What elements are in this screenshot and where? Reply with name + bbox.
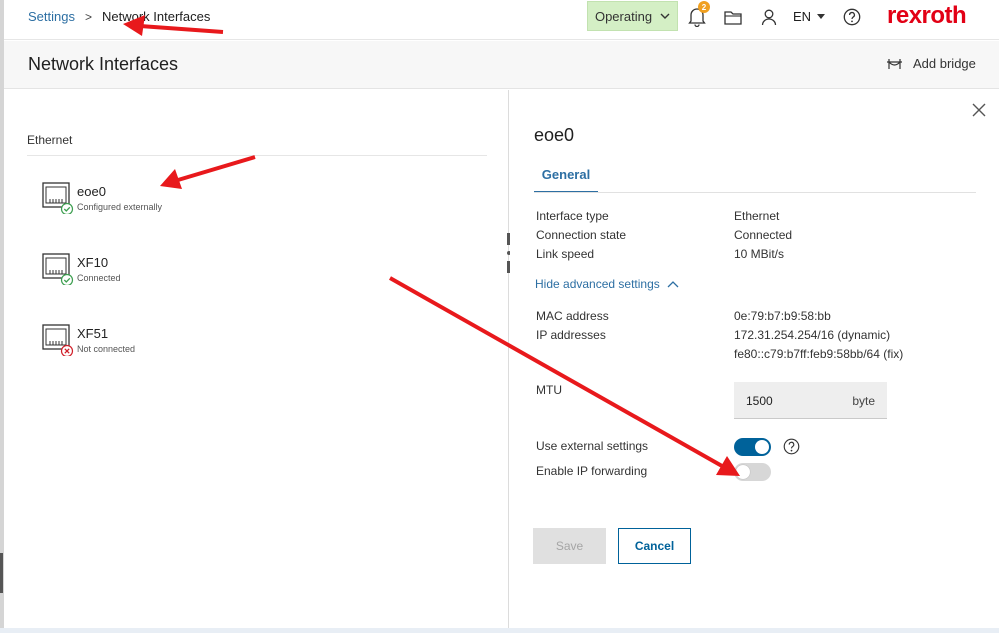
interface-state: Configured externally — [77, 202, 163, 212]
section-divider — [27, 155, 487, 156]
folder-button[interactable] — [722, 6, 744, 28]
ip-address-ipv4: 172.31.254.254/16 (dynamic) — [734, 328, 891, 342]
breadcrumb-separator: > — [84, 9, 92, 24]
folder-icon — [724, 11, 742, 25]
add-bridge-button[interactable]: Add bridge — [886, 56, 976, 71]
enable-ip-forwarding-toggle[interactable] — [734, 463, 771, 481]
operating-mode-button[interactable]: Operating — [587, 1, 678, 31]
interface-item-xf10[interactable]: XF10 Connected — [42, 253, 342, 293]
mtu-label: MTU — [536, 383, 562, 397]
taskbar-edge — [0, 628, 999, 633]
mtu-input[interactable]: 1500 byte — [734, 382, 887, 419]
language-label: EN — [793, 9, 812, 24]
mac-address-value: 0e:79:b7:b9:58:bb — [734, 309, 831, 323]
notifications-button[interactable]: 2 — [686, 1, 710, 28]
chevron-up-icon — [667, 280, 679, 287]
ethernet-port-icon — [42, 182, 74, 214]
interface-detail-panel: eoe0 General Interface type Ethernet Con… — [510, 90, 999, 630]
interface-state: Not connected — [77, 344, 136, 354]
link-speed-label: Link speed — [536, 247, 595, 261]
operating-mode-label: Operating — [594, 8, 653, 24]
interface-list-panel: Ethernet eoe0 Configured externally XF10… — [4, 90, 509, 630]
detail-title: eoe0 — [534, 125, 575, 145]
hide-advanced-settings-link[interactable]: Hide advanced settings — [535, 277, 679, 291]
connection-state-label: Connection state — [536, 228, 627, 242]
section-label-ethernet: Ethernet — [27, 133, 73, 147]
enable-ip-forwarding-label: Enable IP forwarding — [536, 464, 648, 478]
caret-down-icon — [817, 14, 826, 19]
ip-address-ipv6: fe80::c79:b7ff:feb9:58bb/64 (fix) — [734, 347, 904, 361]
interface-name: XF10 — [77, 255, 109, 270]
toggle-knob — [736, 465, 750, 479]
interface-item-eoe0[interactable]: eoe0 Configured externally — [42, 182, 342, 222]
top-bar: Settings > Network Interfaces Operating … — [4, 0, 999, 40]
interface-state: Connected — [77, 273, 121, 283]
add-bridge-label: Add bridge — [913, 56, 976, 71]
interface-type-value: Ethernet — [734, 209, 780, 223]
user-icon — [761, 9, 777, 25]
bridge-icon — [887, 58, 902, 69]
connection-state-value: Connected — [734, 228, 793, 242]
notification-badge: 2 — [698, 1, 710, 13]
help-icon[interactable] — [783, 438, 800, 455]
save-button[interactable]: Save — [533, 528, 606, 564]
page-header: Network Interfaces Add bridge — [4, 41, 999, 89]
help-icon — [843, 8, 861, 26]
interface-item-xf51[interactable]: XF51 Not connected — [42, 324, 342, 364]
ethernet-port-icon — [42, 324, 74, 356]
breadcrumb: Settings > Network Interfaces — [28, 9, 210, 24]
advanced-settings-label: Hide advanced settings — [535, 277, 660, 291]
mtu-unit: byte — [852, 394, 875, 408]
ip-addresses-label: IP addresses — [536, 328, 606, 342]
mac-address-label: MAC address — [536, 309, 609, 323]
help-button[interactable] — [841, 6, 863, 28]
language-selector[interactable]: EN — [793, 9, 826, 24]
brand-logo: rexroth — [887, 2, 967, 29]
window-edge-dark — [0, 553, 3, 593]
use-external-settings-toggle[interactable] — [734, 438, 771, 456]
interface-name: XF51 — [77, 326, 109, 341]
use-external-settings-label: Use external settings — [536, 439, 649, 453]
close-icon[interactable] — [971, 102, 987, 118]
chevron-down-icon — [660, 13, 670, 19]
cancel-button[interactable]: Cancel — [618, 528, 691, 564]
breadcrumb-current: Network Interfaces — [102, 9, 211, 24]
ethernet-port-icon — [42, 253, 74, 285]
mtu-value: 1500 — [746, 394, 773, 408]
link-speed-value: 10 MBit/s — [734, 247, 785, 261]
interface-name: eoe0 — [77, 184, 106, 199]
interface-type-label: Interface type — [536, 209, 609, 223]
page-title: Network Interfaces — [28, 54, 179, 74]
tab-general[interactable]: General — [534, 160, 598, 193]
toggle-knob — [755, 440, 769, 454]
user-button[interactable] — [758, 6, 780, 28]
breadcrumb-settings-link[interactable]: Settings — [28, 9, 75, 24]
tab-divider — [534, 192, 976, 193]
